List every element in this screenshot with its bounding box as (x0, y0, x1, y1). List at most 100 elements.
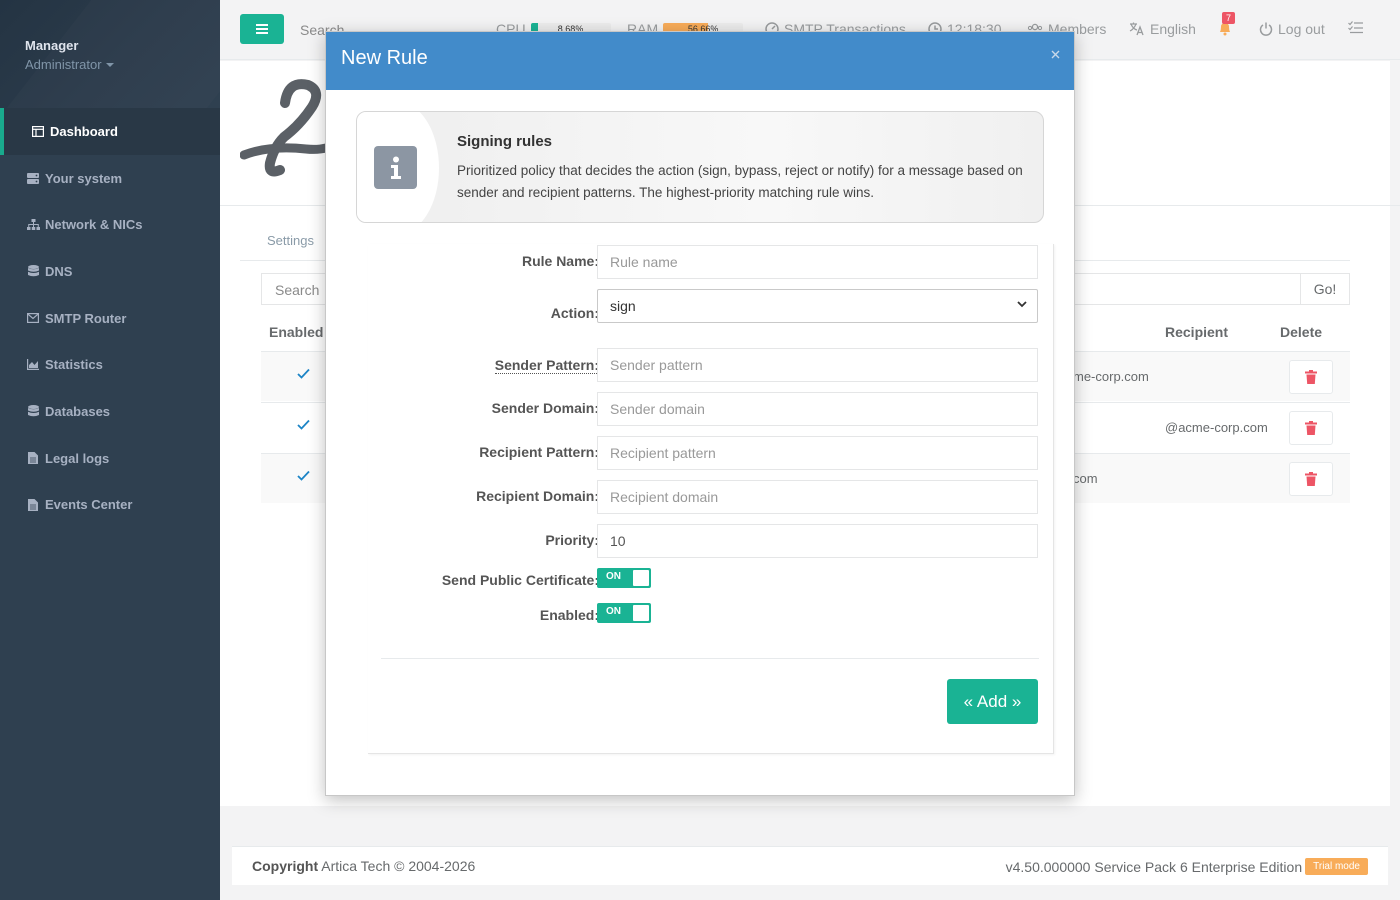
column-header-recipient[interactable]: Recipient (1165, 324, 1228, 340)
envelope-icon (26, 312, 40, 324)
caret-down-icon (105, 62, 114, 67)
sender-pattern-label: Sender Pattern: (494, 357, 599, 374)
sidebar-item-label: DNS (45, 263, 73, 279)
row-cell-partial: me-corp.com (1073, 369, 1149, 384)
sender-domain-label: Sender Domain: (491, 400, 599, 416)
sender-domain-input[interactable]: Sender domain (597, 392, 1038, 426)
info-box: Signing rules Prioritized policy that de… (356, 111, 1044, 223)
sidebar-item-label: SMTP Router (45, 310, 127, 326)
sitemap-icon (26, 219, 40, 231)
copyright-text: Artica Tech © 2004-2026 (321, 858, 476, 874)
enabled-toggle[interactable]: ON (597, 603, 651, 623)
close-button[interactable] (1051, 46, 1060, 64)
tasks-list-icon (1348, 21, 1363, 34)
priority-label: Priority: (545, 532, 599, 548)
sidebar-item-label: Legal logs (45, 450, 110, 466)
recipient-pattern-label: Recipient Pattern: (479, 444, 599, 460)
check-icon (297, 419, 310, 430)
go-button[interactable]: Go! (1300, 274, 1349, 304)
logout-link[interactable]: Log out (1259, 21, 1325, 37)
menu-toggle-button[interactable] (240, 14, 284, 44)
delete-button[interactable] (1289, 411, 1333, 445)
profile-area: Manager Administrator (0, 0, 220, 108)
sidebar-item-statistics[interactable]: Statistics (0, 341, 220, 388)
server-icon (26, 172, 40, 184)
modal-header: New Rule (326, 32, 1074, 90)
language-selector[interactable]: English (1129, 21, 1196, 37)
chevron-down-icon (1017, 301, 1027, 308)
footer-copyright: Copyright Artica Tech © 2004-2026 (252, 858, 475, 874)
sidebar-item-label: Network & NICs (45, 217, 143, 233)
sidebar-item-events-center[interactable]: Events Center (0, 482, 220, 529)
sidebar-item-label: Your system (45, 170, 123, 186)
profile-name: Manager (25, 38, 79, 53)
database-icon (26, 405, 40, 417)
language-label: English (1150, 21, 1196, 37)
recipient-domain-label: Recipient Domain: (476, 488, 599, 504)
tasks-button[interactable] (1348, 21, 1364, 34)
chart-icon (26, 359, 40, 371)
sidebar-item-label: Databases (45, 403, 111, 419)
trash-icon (1305, 421, 1317, 435)
copyright-label: Copyright (252, 858, 319, 874)
action-select[interactable]: sign (597, 289, 1038, 323)
trash-icon (1305, 370, 1317, 384)
table-search-placeholder: Search (275, 282, 320, 298)
action-selected-value: sign (610, 298, 636, 314)
database-icon (26, 265, 40, 277)
row-cell-recipient: @acme-corp.com (1165, 420, 1268, 435)
dashboard-icon (31, 125, 45, 137)
footer: Copyright Artica Tech © 2004-2026 v4.50.… (232, 846, 1388, 885)
enabled-label: Enabled: (539, 607, 599, 623)
info-description: Prioritized policy that decides the acti… (457, 163, 1023, 200)
profile-role: Administrator (25, 57, 102, 72)
check-icon (297, 368, 310, 379)
add-button[interactable]: « Add » (947, 679, 1038, 724)
logout-label: Log out (1278, 21, 1325, 37)
sidebar-item-databases[interactable]: Databases (0, 388, 220, 435)
sidebar-item-legal-logs[interactable]: Legal logs (0, 435, 220, 482)
column-header-delete: Delete (1280, 324, 1323, 340)
sidebar: Manager Administrator Dashboard Your sys… (0, 0, 220, 900)
sidebar-item-network[interactable]: Network & NICs (0, 201, 220, 248)
version-text: v4.50.000000 Service Pack 6 Enterprise E… (1005, 858, 1303, 875)
sidebar-item-smtp-router[interactable]: SMTP Router (0, 295, 220, 342)
send-certificate-toggle[interactable]: ON (597, 568, 651, 588)
trash-icon (1305, 472, 1317, 486)
form-divider (381, 658, 1039, 659)
footer-version: v4.50.000000 Service Pack 6 Enterprise E… (1006, 858, 1368, 875)
row-cell-partial: com (1073, 471, 1098, 486)
translate-icon (1129, 22, 1144, 36)
send-certificate-label: Send Public Certificate: (441, 572, 599, 588)
sidebar-item-dashboard[interactable]: Dashboard (0, 108, 220, 155)
sidebar-item-your-system[interactable]: Your system (0, 155, 220, 202)
delete-button[interactable] (1289, 462, 1333, 496)
delete-button[interactable] (1289, 360, 1333, 394)
info-icon (374, 146, 417, 189)
hamburger-icon (256, 24, 268, 34)
recipient-pattern-input[interactable]: Recipient pattern (597, 436, 1038, 470)
column-header-enabled[interactable]: Enabled (269, 324, 323, 340)
toggle-knob (633, 605, 649, 621)
profile-role-dropdown[interactable]: Administrator (25, 57, 220, 72)
notifications-count-badge: 7 (1222, 12, 1236, 24)
sidebar-item-label: Events Center (45, 497, 133, 513)
rule-name-label: Rule Name: (521, 253, 599, 269)
file-icon (26, 498, 40, 511)
info-title: Signing rules (457, 133, 553, 150)
tab-settings[interactable]: Settings (267, 233, 314, 248)
action-label: Action: (550, 305, 599, 321)
sender-pattern-input[interactable]: Sender pattern (597, 348, 1038, 382)
new-rule-modal: New Rule Signing rules Prioritized polic… (325, 31, 1075, 796)
power-icon (1259, 22, 1273, 36)
modal-title: New Rule (341, 47, 428, 69)
recipient-domain-input[interactable]: Recipient domain (597, 480, 1038, 514)
priority-input[interactable]: 10 (597, 524, 1038, 558)
sidebar-item-label: Dashboard (50, 123, 118, 139)
trial-mode-badge[interactable]: Trial mode (1305, 858, 1368, 875)
sidebar-item-dns[interactable]: DNS (0, 248, 220, 295)
toggle-knob (633, 570, 649, 586)
rule-name-input[interactable]: Rule name (597, 245, 1038, 279)
toggle-state: ON (606, 571, 621, 582)
toggle-state: ON (606, 606, 621, 617)
